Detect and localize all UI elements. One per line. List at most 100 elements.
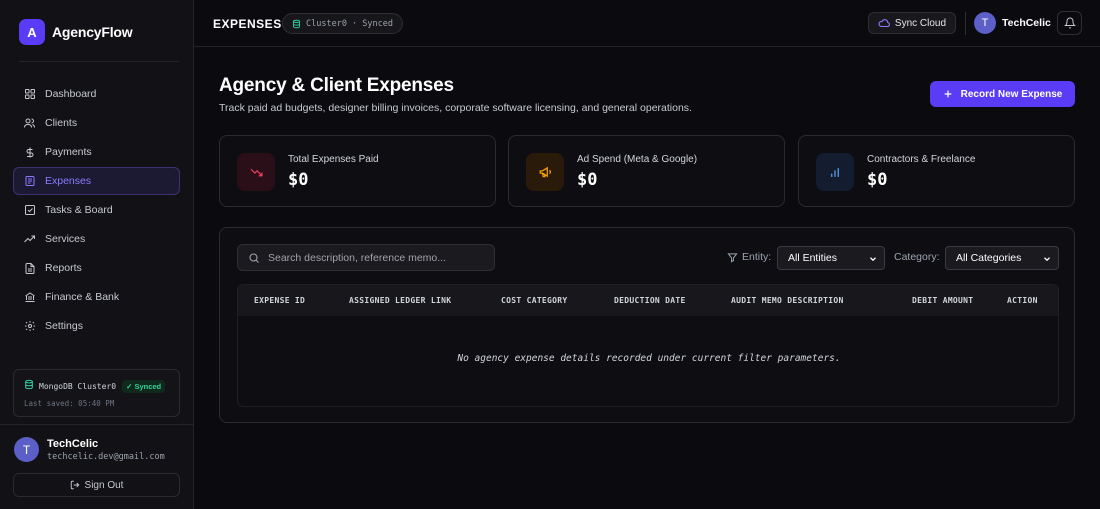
users-icon <box>23 117 36 130</box>
avatar: T <box>974 12 996 34</box>
stat-label: Ad Spend (Meta & Google) <box>577 154 698 165</box>
column-header-ledger-link: ASSIGNED LEDGER LINK <box>349 296 452 305</box>
sidebar-item-finance-bank[interactable]: Finance & Bank <box>13 283 180 311</box>
sidebar-item-label: Reports <box>45 262 82 274</box>
sync-cloud-button[interactable]: Sync Cloud <box>868 12 956 34</box>
chevron-down-icon <box>1042 254 1052 267</box>
sidebar-item-dashboard[interactable]: Dashboard <box>13 80 180 108</box>
column-header-deduction-date: DEDUCTION DATE <box>614 296 686 305</box>
column-header-audit-memo: AUDIT MEMO DESCRIPTION <box>731 296 844 305</box>
file-text-icon <box>23 262 36 275</box>
sidebar-item-settings[interactable]: Settings <box>13 312 180 340</box>
expenses-panel: Entity: All Entities Category: All Categ… <box>219 227 1075 423</box>
column-header-expense-id: EXPENSE ID <box>254 296 306 305</box>
status-badge-label: Synced <box>134 381 162 391</box>
plus-icon <box>943 89 953 99</box>
sidebar-item-expenses[interactable]: Expenses <box>13 167 180 195</box>
sidebar-item-label: Dashboard <box>45 88 97 100</box>
sidebar-item-services[interactable]: Services <box>13 225 180 253</box>
bell-icon <box>1063 17 1076 29</box>
sidebar-item-label: Expenses <box>45 175 92 187</box>
search-icon <box>248 252 260 264</box>
stat-card-ad-spend: Ad Spend (Meta & Google) $0 <box>508 135 785 207</box>
topbar: EXPENSES Cluster0 · Synced Sync Cloud T … <box>194 0 1100 47</box>
category-select-value: All Categories <box>956 252 1022 264</box>
table-header: EXPENSE ID ASSIGNED LEDGER LINK COST CAT… <box>238 285 1058 316</box>
user-email: techcelic.dev@gmail.com <box>47 451 165 462</box>
last-saved-text: Last saved: 05:40 PM <box>24 399 115 408</box>
sidebar-item-label: Finance & Bank <box>45 291 120 303</box>
cluster-status-text: Cluster0 · Synced <box>306 18 393 29</box>
trending-down-icon <box>237 153 275 191</box>
cloud-icon <box>878 18 890 28</box>
column-header-action: ACTION <box>1007 296 1038 305</box>
page-title: Agency & Client Expenses <box>219 75 454 96</box>
sidebar-item-label: Payments <box>45 146 92 158</box>
stat-card-contractors: Contractors & Freelance $0 <box>798 135 1075 207</box>
logout-icon <box>70 480 80 490</box>
notifications-button[interactable] <box>1057 11 1082 35</box>
record-new-expense-button[interactable]: Record New Expense <box>930 81 1075 107</box>
entity-filter-label-group: Entity: <box>727 251 771 263</box>
expenses-table: EXPENSE ID ASSIGNED LEDGER LINK COST CAT… <box>237 284 1059 407</box>
user-name: TechCelic <box>1002 17 1051 29</box>
filter-icon <box>727 252 738 263</box>
search-field[interactable] <box>237 244 495 271</box>
database-icon <box>292 19 301 29</box>
receipt-icon <box>23 175 36 188</box>
divider <box>19 61 179 62</box>
megaphone-icon <box>526 153 564 191</box>
column-header-cost-category: COST CATEGORY <box>501 296 568 305</box>
sidebar-item-label: Services <box>45 233 86 245</box>
status-badge: ✓ Synced <box>122 379 166 393</box>
divider <box>0 424 194 425</box>
sidebar-item-reports[interactable]: Reports <box>13 254 180 282</box>
record-new-expense-label: Record New Expense <box>960 88 1063 100</box>
dollar-icon <box>23 146 36 159</box>
trending-up-icon <box>23 233 36 246</box>
sidebar-item-payments[interactable]: Payments <box>13 138 180 166</box>
bank-icon <box>23 291 36 304</box>
search-input[interactable] <box>268 251 488 264</box>
chevron-down-icon <box>868 254 878 267</box>
brand[interactable]: A AgencyFlow <box>19 19 133 45</box>
database-status-card: MongoDB Cluster0 ✓ Synced Last saved: 05… <box>13 369 180 417</box>
divider <box>965 12 966 35</box>
sign-out-button[interactable]: Sign Out <box>13 473 180 497</box>
page-subtitle: Track paid ad budgets, designer billing … <box>219 102 692 114</box>
user-profile: T TechCelic techcelic.dev@gmail.com <box>14 437 165 462</box>
database-icon <box>24 379 34 393</box>
sign-out-label: Sign Out <box>84 479 124 491</box>
stat-value: $0 <box>577 170 598 190</box>
column-header-debit-amount: DEBIT AMOUNT <box>912 296 974 305</box>
entity-select-value: All Entities <box>788 252 838 264</box>
sidebar-item-clients[interactable]: Clients <box>13 109 180 137</box>
check-square-icon <box>23 204 36 217</box>
entity-filter-label: Entity: <box>742 251 772 263</box>
sidebar: A AgencyFlow Dashboard Clients Payments … <box>0 0 194 509</box>
sidebar-item-tasks-board[interactable]: Tasks & Board <box>13 196 180 224</box>
sync-cloud-label: Sync Cloud <box>894 17 947 29</box>
stat-label: Total Expenses Paid <box>288 154 379 165</box>
sidebar-nav: Dashboard Clients Payments Expenses Task… <box>13 80 180 341</box>
user-menu[interactable]: T TechCelic <box>974 12 1051 34</box>
category-filter-label: Category: <box>894 251 940 263</box>
bar-chart-icon <box>816 153 854 191</box>
brand-name: AgencyFlow <box>52 24 133 40</box>
cluster-status-pill: Cluster0 · Synced <box>282 13 403 34</box>
grid-icon <box>23 88 36 101</box>
category-select[interactable]: All Categories <box>945 246 1059 270</box>
avatar: T <box>14 437 39 462</box>
gear-icon <box>23 320 36 333</box>
stat-value: $0 <box>867 170 888 190</box>
database-name: MongoDB Cluster0 <box>39 381 117 391</box>
stat-value: $0 <box>288 170 309 190</box>
empty-state-message: No agency expense details recorded under… <box>457 353 841 364</box>
page-header-title: EXPENSES <box>213 17 282 31</box>
sidebar-item-label: Settings <box>45 320 83 332</box>
entity-select[interactable]: All Entities <box>777 246 885 270</box>
sidebar-item-label: Tasks & Board <box>45 204 113 216</box>
user-name: TechCelic <box>47 437 99 450</box>
sidebar-item-label: Clients <box>45 117 78 129</box>
brand-logo: A <box>19 19 45 45</box>
